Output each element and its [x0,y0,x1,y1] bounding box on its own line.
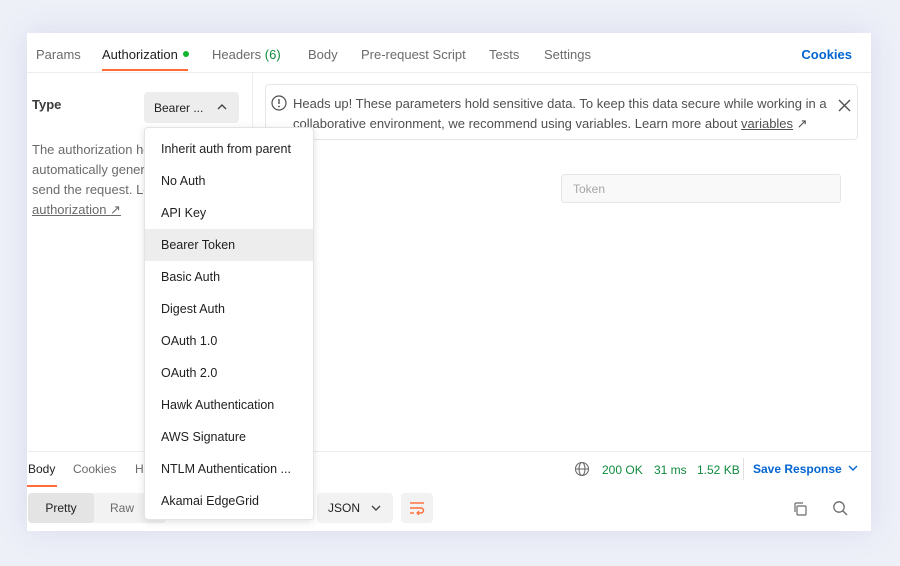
auth-type-options: Inherit auth from parent No Auth API Key… [145,128,313,517]
auth-type-select[interactable]: Bearer ... [144,92,239,123]
auth-option[interactable]: Basic Auth [145,261,313,293]
tab-authorization[interactable]: Authorization [102,47,189,62]
response-tab-headers[interactable]: H [135,462,144,476]
tab-body[interactable]: Body [308,47,338,62]
auth-option[interactable]: OAuth 1.0 [145,325,313,357]
view-raw-button[interactable]: Raw [94,493,150,523]
format-selected-value: JSON [328,501,361,515]
token-input[interactable]: Token [561,174,841,203]
auth-option[interactable]: API Key [145,197,313,229]
tab-headers[interactable]: Headers (6) [212,47,281,62]
wrap-lines-button[interactable] [401,493,433,523]
auth-option-hovered[interactable]: Bearer Token [145,229,313,261]
divider [743,458,744,480]
auth-option[interactable]: AWS Signature [145,421,313,453]
response-tab-cookies[interactable]: Cookies [73,462,116,476]
view-pretty-button[interactable]: Pretty [28,493,94,523]
token-placeholder: Token [573,182,606,196]
banner-message: Heads up! These parameters hold sensitiv… [293,94,828,134]
tab-pre-request-script[interactable]: Pre-request Script [361,47,466,62]
copy-icon[interactable] [792,501,808,517]
response-tab-body[interactable]: Body [28,462,55,476]
variables-link[interactable]: variables [741,116,793,131]
auth-type-dropdown-menu: Inherit auth from parent No Auth API Key… [144,127,314,520]
response-active-underline [27,485,57,487]
status-code[interactable]: 200 OK [602,463,643,477]
authorization-learn-link[interactable]: authorization ↗ [32,202,121,217]
headers-count-badge: (6) [264,47,281,62]
active-tab-underline [102,69,188,71]
response-time[interactable]: 31 ms [654,463,687,477]
chevron-down-icon [371,505,381,511]
wrap-lines-icon [410,502,425,515]
tab-headers-label: Headers [212,47,262,62]
globe-icon[interactable] [574,461,590,477]
auth-type-label: Type [32,97,62,112]
cookies-link[interactable]: Cookies [801,47,852,62]
external-link-icon: ↗ [793,116,808,131]
response-size[interactable]: 1.52 KB [697,463,740,477]
sensitive-data-banner: Heads up! These parameters hold sensitiv… [265,84,858,140]
chevron-up-icon [217,104,227,110]
auth-option[interactable]: NTLM Authentication ... [145,453,313,485]
tab-authorization-label: Authorization [102,47,178,62]
auth-option[interactable]: Akamai EdgeGrid [145,485,313,517]
tab-params[interactable]: Params [36,47,81,62]
active-indicator-dot [182,51,189,57]
auth-option[interactable]: Digest Auth [145,293,313,325]
auth-option[interactable]: OAuth 2.0 [145,357,313,389]
auth-type-selected-value: Bearer ... [154,101,204,115]
format-select[interactable]: JSON [317,493,393,523]
close-icon[interactable] [838,99,851,112]
auth-option[interactable]: No Auth [145,165,313,197]
save-response-button[interactable]: Save Response [753,462,842,476]
search-icon[interactable] [832,500,848,516]
auth-option[interactable]: Inherit auth from parent [145,133,313,165]
request-tab-bar: Params Authorization Headers (6) Body Pr… [27,33,871,73]
auth-option[interactable]: Hawk Authentication [145,389,313,421]
chevron-down-icon[interactable] [848,465,858,472]
tab-tests[interactable]: Tests [489,47,519,62]
info-icon [271,95,287,111]
tab-settings[interactable]: Settings [544,47,591,62]
